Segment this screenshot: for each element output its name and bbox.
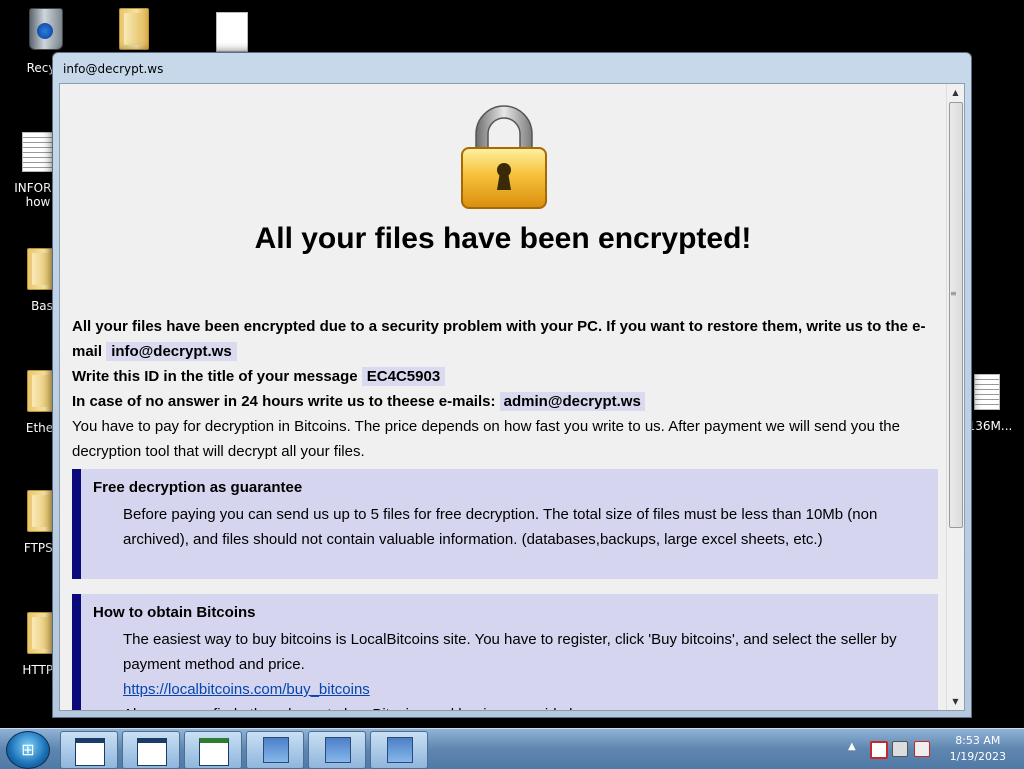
app-window-icon xyxy=(199,738,229,766)
system-tray: ▲ 8:53 AM 1/19/2023 xyxy=(834,729,1024,769)
padlock-icon xyxy=(461,105,547,209)
action-center-icon[interactable] xyxy=(870,741,888,759)
bitcoin-guide-text-2: Also you can find other places to buy Bi… xyxy=(93,702,926,710)
ransom-note-window: info@decrypt.ws All your files have been… xyxy=(52,52,972,718)
desktop-folder-icon[interactable] xyxy=(94,8,174,53)
computer-icon xyxy=(387,737,413,763)
start-button[interactable]: ⊞ xyxy=(6,731,50,769)
window-title[interactable]: info@decrypt.ws xyxy=(53,53,971,83)
note-content: All your files have been encrypted! All … xyxy=(59,83,965,711)
taskbar: ⊞ ▲ 8:53 AM 1/19/2023 xyxy=(0,728,1024,769)
id-paragraph: Write this ID in the title of your messa… xyxy=(72,364,938,389)
clock-date: 1/19/2023 xyxy=(949,750,1006,763)
window-icon xyxy=(75,738,105,766)
scroll-up-icon[interactable]: ▲ xyxy=(947,84,964,101)
victim-id[interactable]: EC4C5903 xyxy=(361,367,446,386)
scroll-grip-icon: ≡ xyxy=(950,289,957,298)
vertical-scrollbar[interactable]: ▲ ≡ ▼ xyxy=(946,84,964,710)
volume-muted-icon[interactable] xyxy=(914,741,930,757)
scrollbar-thumb[interactable] xyxy=(949,102,963,528)
id-text: Write this ID in the title of your messa… xyxy=(72,368,358,385)
backup-paragraph: In case of no answer in 24 hours write u… xyxy=(72,389,938,414)
show-hidden-icons-icon[interactable]: ▲ xyxy=(848,741,856,752)
scroll-down-icon[interactable]: ▼ xyxy=(947,693,964,710)
intro-paragraph: All your files have been encrypted due t… xyxy=(72,314,938,364)
free-decryption-box: Free decryption as guarantee Before payi… xyxy=(72,469,938,579)
taskbar-window-2[interactable] xyxy=(122,731,180,769)
windows-logo-icon: ⊞ xyxy=(21,740,35,759)
taskbar-app-4[interactable] xyxy=(246,731,304,769)
clock-time: 8:53 AM xyxy=(955,734,1001,747)
payment-paragraph: You have to pay for decryption in Bitcoi… xyxy=(72,418,900,460)
localbitcoins-link[interactable]: https://localbitcoins.com/buy_bitcoins xyxy=(123,681,370,698)
network-icon[interactable] xyxy=(892,741,908,757)
bitcoin-guide-title: How to obtain Bitcoins xyxy=(93,604,256,621)
computer-icon xyxy=(325,737,351,763)
backup-text: In case of no answer in 24 hours write u… xyxy=(72,393,496,410)
clock[interactable]: 8:53 AM 1/19/2023 xyxy=(950,733,1006,765)
contact-email-1[interactable]: info@decrypt.ws xyxy=(106,342,237,361)
headline: All your files have been encrypted! xyxy=(254,222,752,255)
taskbar-app-3[interactable] xyxy=(184,731,242,769)
bitcoin-guide-text: The easiest way to buy bitcoins is Local… xyxy=(123,631,897,673)
computer-icon xyxy=(263,737,289,763)
bitcoin-guide-box: How to obtain Bitcoins The easiest way t… xyxy=(72,594,938,710)
taskbar-app-5[interactable] xyxy=(308,731,366,769)
free-decryption-text: Before paying you can send us up to 5 fi… xyxy=(123,506,878,548)
window-icon xyxy=(137,738,167,766)
contact-email-2[interactable]: admin@decrypt.ws xyxy=(499,392,645,411)
taskbar-app-6[interactable] xyxy=(370,731,428,769)
free-decryption-title: Free decryption as guarantee xyxy=(93,479,303,496)
desktop-file-icon[interactable] xyxy=(192,12,272,55)
taskbar-window-1[interactable] xyxy=(60,731,118,769)
